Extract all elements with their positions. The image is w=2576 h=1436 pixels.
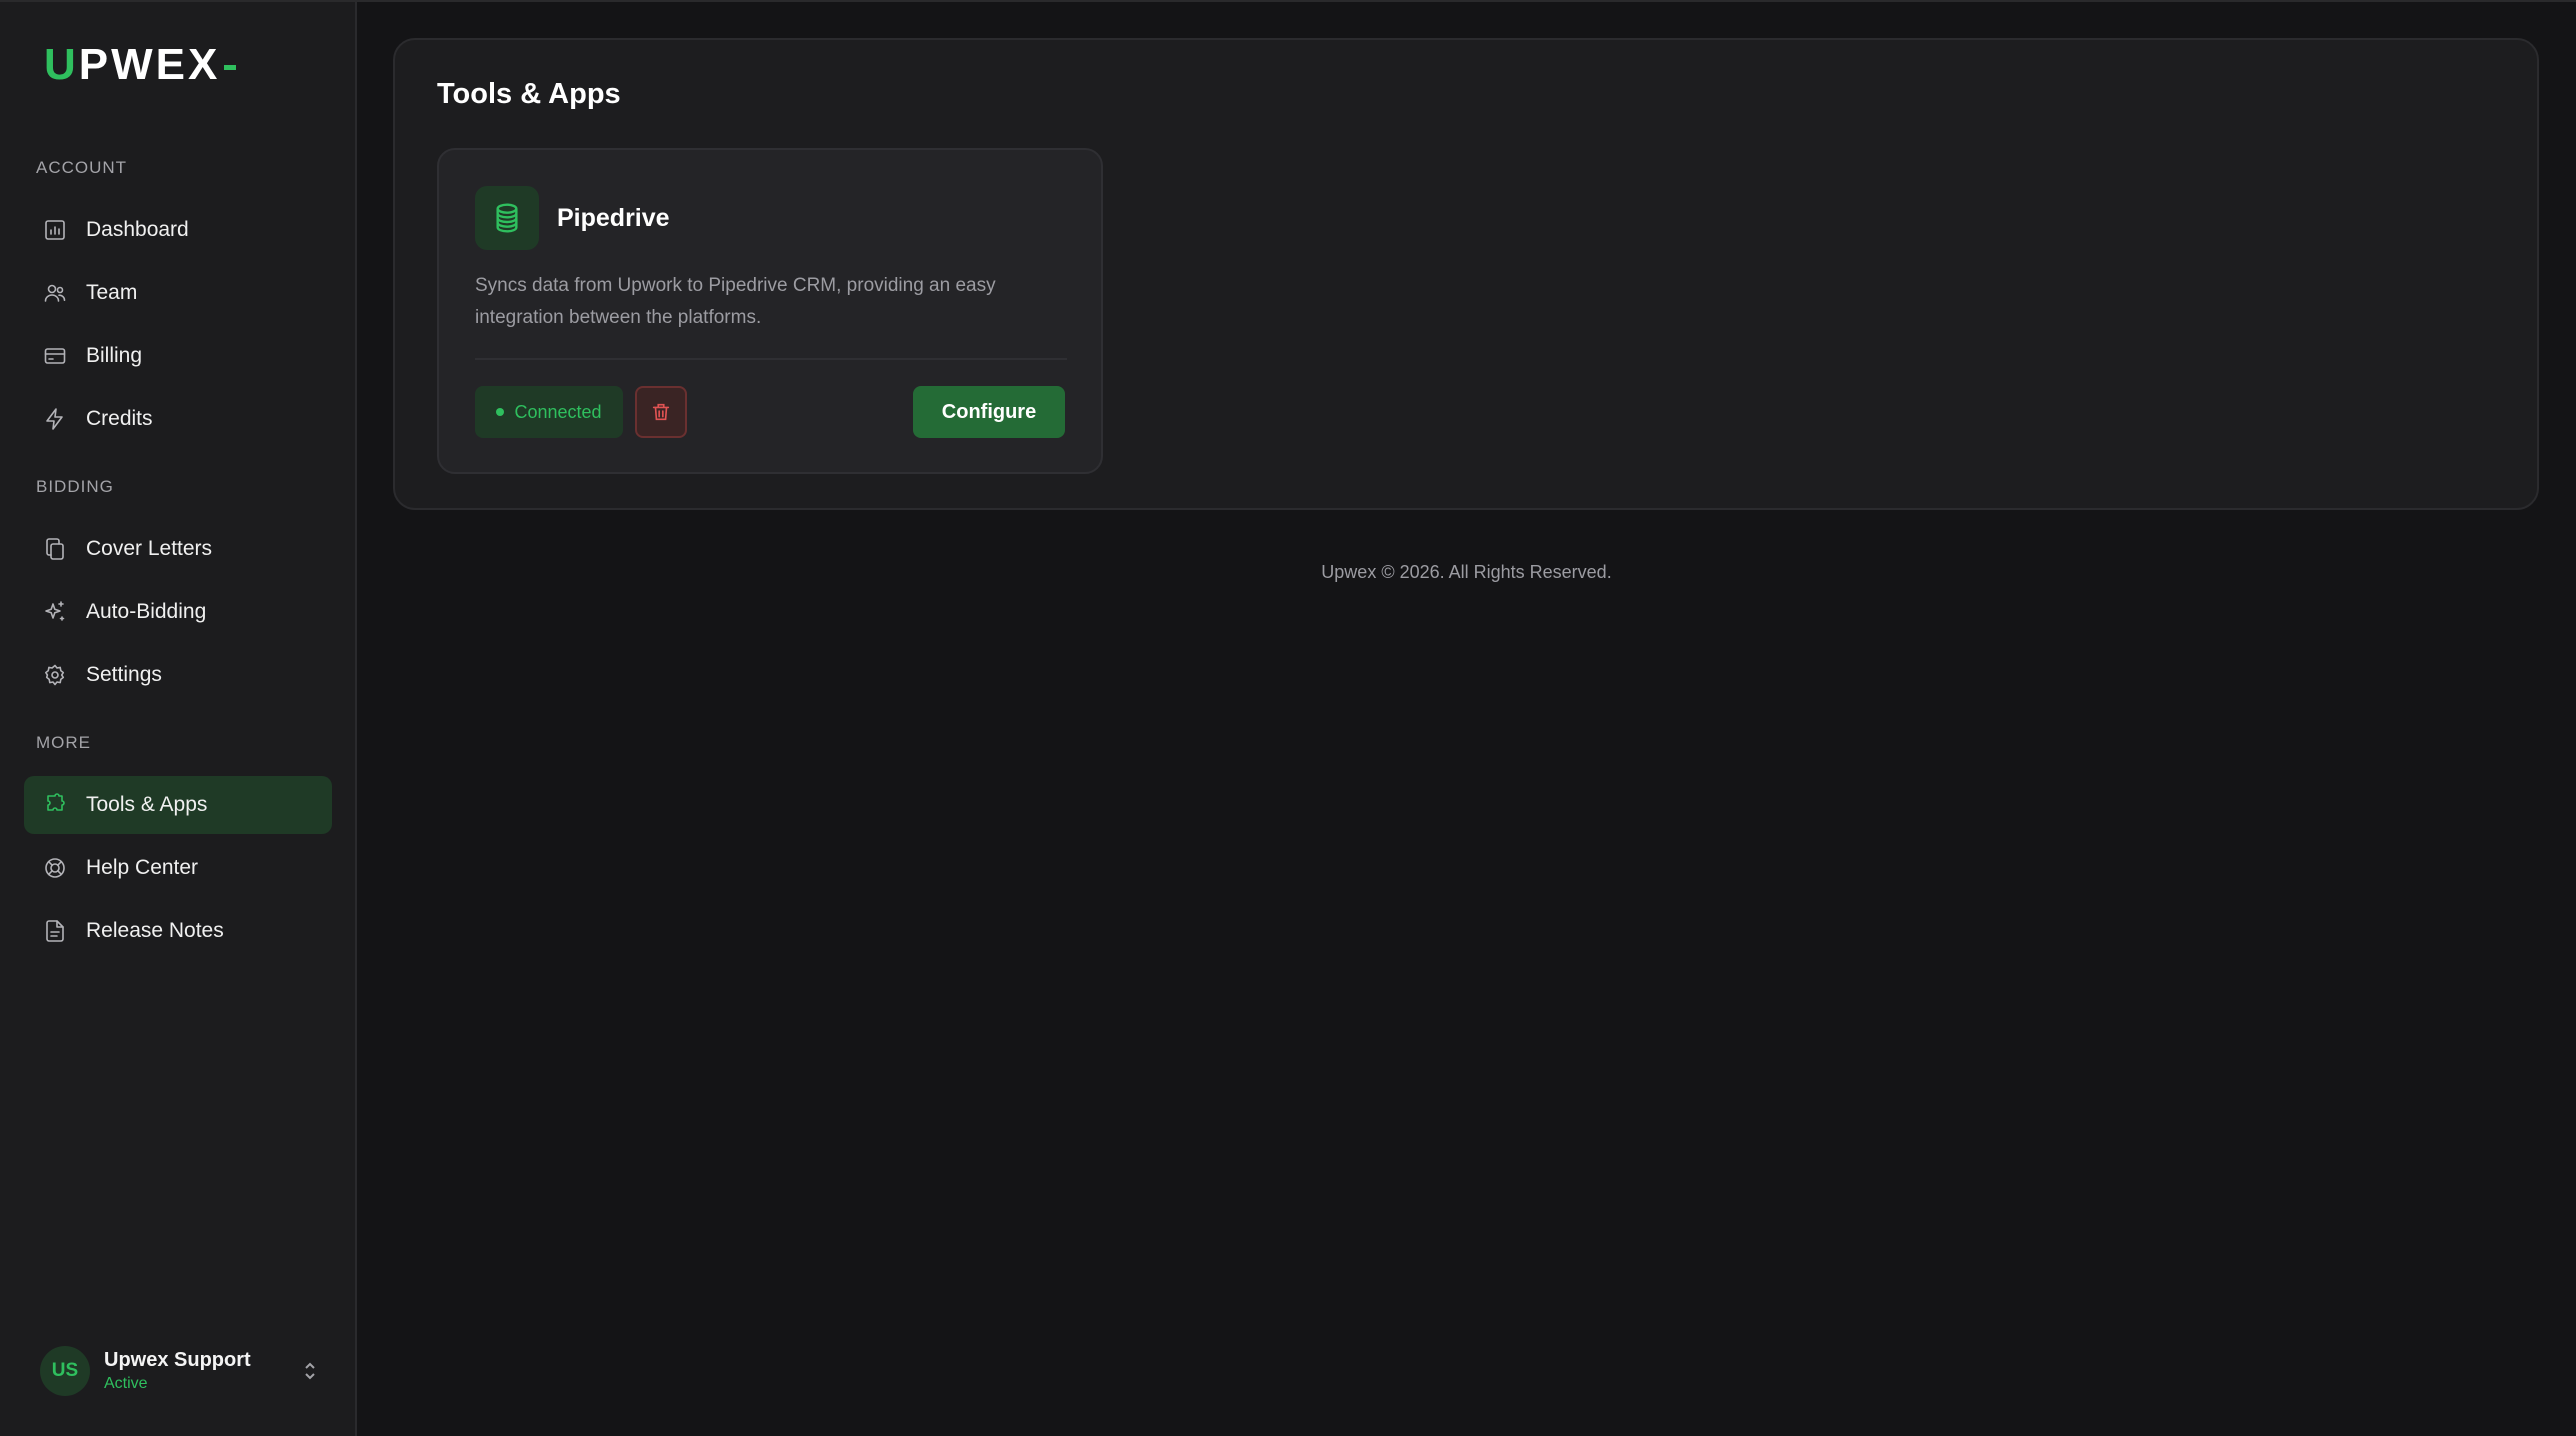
- sidebar-item-release-notes[interactable]: Release Notes: [24, 902, 332, 960]
- sidebar-item-label: Help Center: [86, 856, 199, 879]
- divider: [475, 358, 1067, 360]
- bolt-icon: [42, 406, 68, 432]
- logo-letter-u: U: [44, 40, 79, 89]
- sidebar-item-help-center[interactable]: Help Center: [24, 839, 332, 897]
- sidebar-item-label: Tools & Apps: [86, 793, 208, 816]
- app: U PWEX ACCOUNT Dashboard Team Billing Cre…: [0, 0, 2576, 1436]
- integration-card-pipedrive: Pipedrive Syncs data from Upwork to Pipe…: [437, 148, 1103, 474]
- lifebuoy-icon: [42, 855, 68, 881]
- status-dot: [496, 408, 505, 416]
- logo-dash: [224, 64, 237, 70]
- sidebar-item-label: Billing: [86, 344, 143, 367]
- credit-card-icon: [42, 343, 68, 369]
- sidebar-item-tools-apps[interactable]: Tools & Apps: [24, 776, 332, 834]
- status-text: Connected: [514, 401, 602, 422]
- configure-button[interactable]: Configure: [913, 386, 1065, 438]
- sidebar-item-label: Team: [86, 281, 138, 304]
- section-label-account: ACCOUNT: [36, 158, 128, 177]
- sidebar-item-auto-bidding[interactable]: Auto-Bidding: [24, 583, 332, 641]
- sidebar-item-label: Auto-Bidding: [86, 600, 207, 623]
- card-description: Syncs data from Upwork to Pipedrive CRM,…: [475, 275, 996, 328]
- sidebar: U PWEX ACCOUNT Dashboard Team Billing Cre…: [0, 2, 357, 1436]
- sidebar-item-label: Cover Letters: [86, 537, 213, 560]
- sidebar-item-dashboard[interactable]: Dashboard: [24, 201, 332, 259]
- sidebar-item-label: Credits: [86, 407, 153, 430]
- user-info: Upwex Support Active: [104, 1349, 251, 1393]
- chart-icon: [42, 217, 68, 243]
- sparkles-icon: [42, 599, 68, 625]
- puzzle-icon: [42, 792, 68, 818]
- sidebar-item-team[interactable]: Team: [24, 264, 332, 322]
- sidebar-item-billing[interactable]: Billing: [24, 327, 332, 385]
- user-name: Upwex Support: [104, 1349, 251, 1371]
- sidebar-item-credits[interactable]: Credits: [24, 390, 332, 448]
- chevron-up-down-icon[interactable]: [300, 1359, 320, 1383]
- document-icon: [42, 918, 68, 944]
- status-badge: Connected: [475, 386, 623, 438]
- avatar: US: [40, 1346, 90, 1396]
- sidebar-item-cover-letters[interactable]: Cover Letters: [24, 520, 332, 578]
- sidebar-item-settings[interactable]: Settings: [24, 646, 332, 704]
- delete-button[interactable]: [635, 386, 687, 438]
- footer-copyright: Upwex © 2026. All Rights Reserved.: [1321, 562, 1612, 582]
- sidebar-item-label: Dashboard: [86, 218, 189, 241]
- user-status: Active: [104, 1375, 148, 1392]
- trash-icon: [652, 403, 670, 421]
- card-title: Pipedrive: [557, 204, 670, 232]
- gear-icon: [42, 662, 68, 688]
- section-label-more: MORE: [36, 733, 91, 752]
- sidebar-item-label: Settings: [86, 663, 162, 686]
- user-menu[interactable]: US Upwex Support Active: [40, 1346, 320, 1396]
- database-icon: [475, 186, 539, 250]
- users-icon: [42, 280, 68, 306]
- tools-apps-panel: Tools & Apps Pipedrive Syncs data from U…: [393, 38, 2539, 510]
- copy-icon: [42, 536, 68, 562]
- section-label-bidding: BIDDING: [36, 477, 114, 496]
- page-title: Tools & Apps: [437, 78, 621, 110]
- sidebar-item-label: Release Notes: [86, 919, 224, 942]
- logo-text: PWEX: [78, 40, 221, 89]
- logo[interactable]: U PWEX: [44, 40, 237, 90]
- main-content: Tools & Apps Pipedrive Syncs data from U…: [357, 2, 2576, 1436]
